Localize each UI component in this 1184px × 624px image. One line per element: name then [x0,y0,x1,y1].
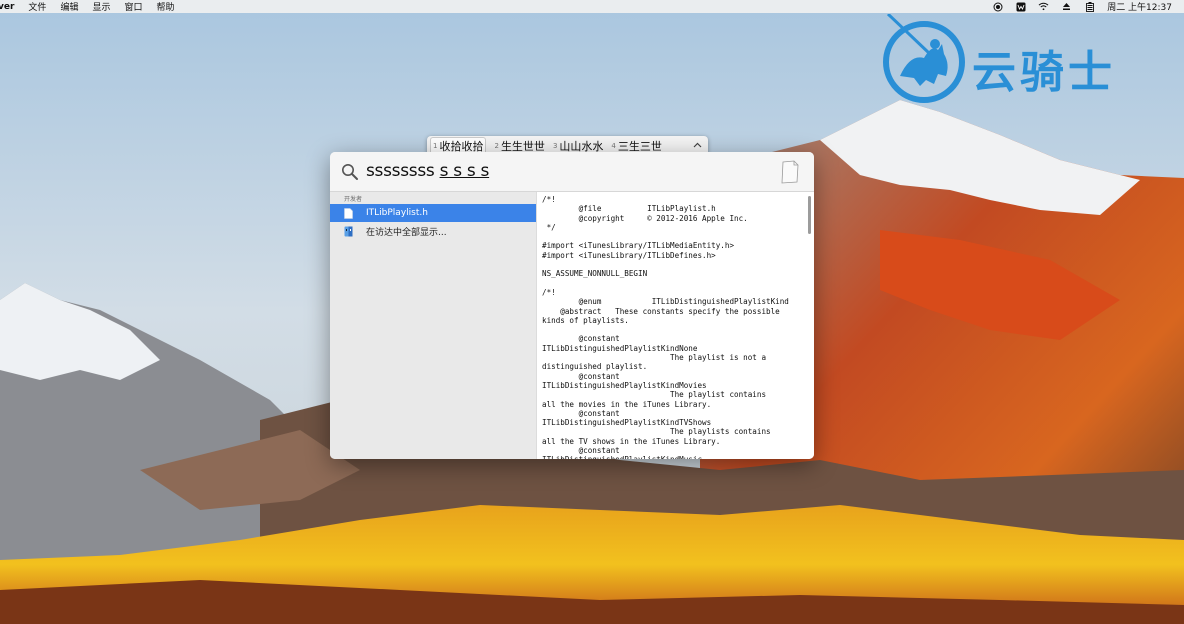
ime-candidate-number: 2 [494,142,499,150]
results-section-label: 开发者 [344,196,363,203]
ime-candidate-number: 3 [552,142,558,150]
preview-source-text: /*! @file ITLibPlaylist.h @copyright © 2… [542,195,789,459]
watermark-logo: 云骑士 [880,14,1180,109]
spotlight-search-input[interactable]: ssssssss s s s s [366,161,489,181]
menu-app-name[interactable]: ver [0,2,14,12]
result-item-label: ITLibPlaylist.h [366,208,428,218]
chevron-up-icon[interactable] [693,141,702,151]
record-icon[interactable] [992,2,1003,11]
menu-edit[interactable]: 编辑 [60,0,78,13]
finder-icon [344,226,353,237]
header-file-icon [344,207,353,219]
search-icon [341,163,359,181]
wifi-icon[interactable] [1038,2,1049,11]
menu-bar: ver 文件 编辑 显示 窗口 帮助 周二 上午12:37 [0,0,1184,13]
eject-icon[interactable] [1061,2,1072,11]
result-item-show-all-in-finder[interactable]: 在访达中全部显示... [330,222,536,240]
preview-scrollbar[interactable] [808,196,811,234]
menu-view[interactable]: 显示 [92,0,110,13]
query-marked-text: s s s s [439,161,490,181]
result-item-header-file[interactable]: ITLibPlaylist.h [330,204,536,222]
document-icon [780,160,800,184]
battery-icon[interactable] [1084,1,1095,12]
wechat-icon[interactable] [1015,2,1026,11]
ime-candidate-number: 4 [611,142,616,150]
spotlight-search-row: ssssssss s s s s [330,152,814,192]
spotlight-window: ssssssss s s s s 开发者 ITLibPlaylist.h 在访达… [330,152,814,459]
menubar-clock[interactable]: 周二 上午12:37 [1107,0,1172,13]
watermark-text: 云骑士 [972,47,1116,98]
ime-candidate-number: 1 [433,142,438,150]
results-list: 开发者 ITLibPlaylist.h 在访达中全部显示... [330,192,536,459]
result-item-label: 在访达中全部显示... [366,227,447,238]
menu-file[interactable]: 文件 [28,0,46,13]
file-preview-pane[interactable]: /*! @file ITLibPlaylist.h @copyright © 2… [536,192,814,459]
query-committed-text: ssssssss [366,161,435,181]
menu-window[interactable]: 窗口 [124,0,142,13]
knight-logo-icon [883,14,965,103]
menu-help[interactable]: 帮助 [156,0,174,13]
